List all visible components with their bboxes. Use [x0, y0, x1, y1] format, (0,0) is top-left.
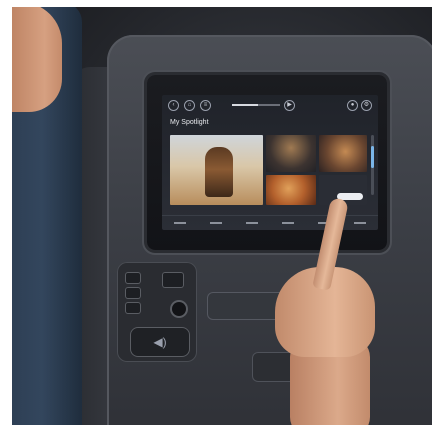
seatback-photo: ‹ ⌂ ≡ ▶ ● ⚙ My Spotlight ◀) — [12, 7, 432, 425]
control-button[interactable] — [125, 302, 141, 314]
nav-item[interactable] — [210, 222, 222, 224]
control-button[interactable] — [125, 287, 141, 299]
home-icon[interactable]: ⌂ — [184, 99, 195, 111]
section-title: My Spotlight — [170, 119, 209, 126]
content-tile[interactable] — [266, 135, 316, 172]
remote-button[interactable] — [162, 272, 184, 288]
play-pause-icon[interactable]: ▶ — [284, 100, 295, 111]
nav-item[interactable] — [246, 222, 258, 224]
user-icon[interactable]: ● — [347, 100, 358, 111]
passenger-hand-left — [12, 7, 62, 112]
back-icon[interactable]: ‹ — [168, 99, 179, 111]
settings-icon[interactable]: ⚙ — [361, 100, 372, 111]
scrollbar[interactable] — [371, 135, 374, 195]
content-tile[interactable] — [319, 135, 367, 172]
playback-progress-fill — [232, 104, 259, 106]
passenger-hand-pointing — [270, 197, 390, 425]
nav-item[interactable] — [174, 222, 186, 224]
headphone-jack-icon[interactable] — [172, 302, 186, 316]
featured-figure-image — [205, 147, 233, 197]
scrollbar-thumb[interactable] — [371, 146, 374, 169]
menu-icon[interactable]: ≡ — [200, 99, 211, 111]
volume-button[interactable]: ◀) — [130, 327, 190, 357]
featured-tile[interactable] — [170, 135, 263, 205]
control-button[interactable] — [125, 272, 141, 284]
playback-progress[interactable] — [232, 104, 280, 106]
